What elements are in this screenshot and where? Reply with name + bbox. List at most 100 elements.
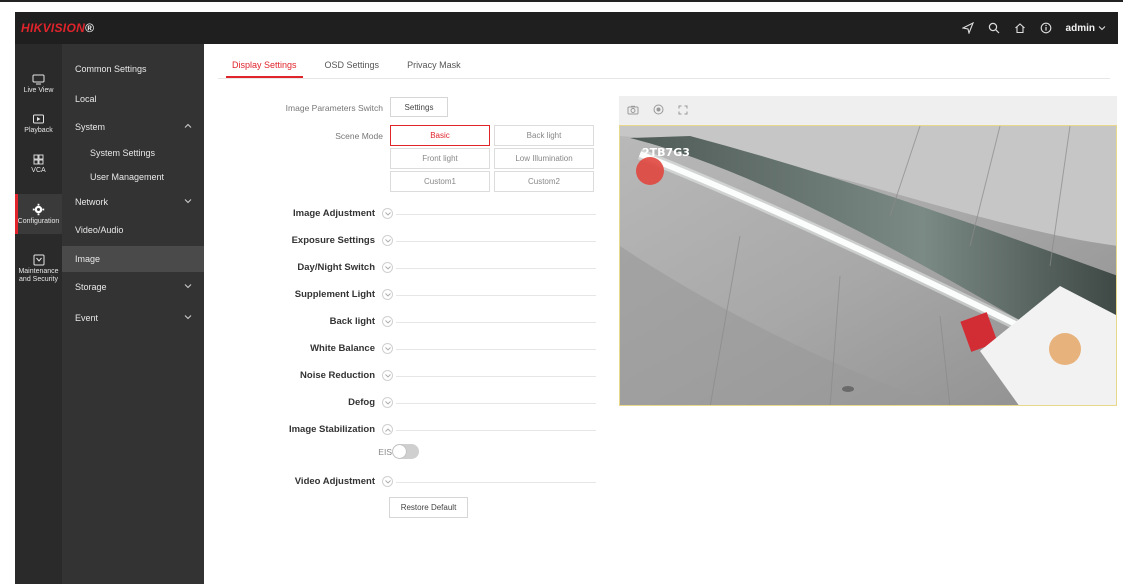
section-title: Noise Reduction — [300, 370, 375, 381]
playback-icon — [33, 114, 44, 123]
restore-default-button[interactable]: Restore Default — [389, 497, 468, 518]
vca-icon — [33, 154, 44, 164]
rail-label: Playback — [24, 126, 53, 134]
section-image-adjustment[interactable]: Image Adjustment — [230, 206, 600, 222]
menu-label: Storage — [75, 282, 107, 292]
section-day-night-switch[interactable]: Day/Night Switch — [230, 260, 600, 276]
send-icon[interactable] — [961, 22, 974, 34]
search-icon[interactable] — [988, 22, 1000, 34]
menu-item-storage[interactable]: Storage — [62, 274, 204, 300]
chevron-down-icon[interactable] — [382, 476, 393, 487]
section-image-stabilization[interactable]: Image Stabilization — [230, 422, 600, 438]
tab-divider — [218, 78, 1110, 79]
scene-custom2[interactable]: Custom2 — [494, 171, 594, 192]
chevron-up-icon[interactable] — [382, 424, 393, 435]
home-icon[interactable] — [1014, 22, 1026, 34]
section-title: Image Adjustment — [293, 208, 375, 219]
chevron-down-icon[interactable] — [382, 397, 393, 408]
section-title: Image Stabilization — [288, 424, 375, 435]
live-view-icon — [32, 74, 45, 84]
menu-label: Video/Audio — [75, 225, 124, 235]
tab-osd-settings[interactable]: OSD Settings — [311, 52, 394, 78]
section-video-adjustment[interactable]: Video Adjustment — [230, 474, 600, 490]
section-back-light[interactable]: Back light — [230, 314, 600, 330]
menu-label: Image — [75, 254, 101, 264]
section-rule — [396, 214, 596, 215]
switch-knob — [393, 445, 406, 458]
menu-label: System — [75, 122, 106, 132]
brand-logo: HIKVISION® — [21, 21, 94, 35]
section-rule — [396, 482, 596, 483]
top-bar: HIKVISION® admin — [15, 12, 1118, 44]
chevron-down-icon[interactable] — [382, 316, 393, 327]
chevron-down-icon[interactable] — [382, 343, 393, 354]
preview-scene — [620, 126, 1116, 405]
eis-switch[interactable] — [392, 444, 419, 459]
image-params-label: Image Parameters Switch — [285, 103, 383, 113]
chevron-down-icon[interactable] — [382, 370, 393, 381]
chevron-down-icon[interactable] — [382, 208, 393, 219]
section-title: Defog — [348, 397, 375, 408]
logo-text: HIKVISION — [21, 21, 86, 35]
section-defog[interactable]: Defog — [230, 395, 600, 411]
section-rule — [396, 403, 596, 404]
rail-item-maintenance[interactable]: Maintenance and Security — [15, 246, 62, 292]
scene-front-light[interactable]: Front light — [390, 148, 490, 169]
rail-item-live-view[interactable]: Live View — [15, 64, 62, 104]
section-rule — [396, 295, 596, 296]
section-title: Back light — [329, 316, 375, 327]
menu-label: Local — [75, 94, 97, 104]
scene-back-light[interactable]: Back light — [494, 125, 594, 146]
chevron-down-icon[interactable] — [382, 262, 393, 273]
section-noise-reduction[interactable]: Noise Reduction — [230, 368, 600, 384]
settings-button[interactable]: Settings — [390, 97, 448, 117]
menu-item-common-settings[interactable]: Common Settings — [62, 56, 204, 82]
chevron-up-icon — [184, 123, 192, 128]
camera-icon[interactable] — [627, 102, 639, 120]
preview-toolbar — [619, 96, 1117, 125]
section-title: Exposure Settings — [291, 235, 375, 246]
menu-item-user-management[interactable]: User Management — [62, 164, 204, 190]
record-icon[interactable] — [653, 102, 664, 120]
menu-item-video-audio[interactable]: Video/Audio — [62, 217, 204, 243]
chevron-down-icon — [184, 284, 192, 289]
user-name: admin — [1065, 22, 1095, 34]
fullscreen-icon[interactable] — [678, 102, 688, 120]
chevron-down-icon[interactable] — [382, 235, 393, 246]
rail-label: Live View — [23, 86, 54, 94]
chevron-down-icon — [184, 199, 192, 204]
tab-display-settings[interactable]: Display Settings — [218, 52, 311, 78]
header-actions: admin — [961, 22, 1106, 34]
chevron-down-icon[interactable] — [382, 289, 393, 300]
rail-item-playback[interactable]: Playback — [15, 104, 62, 144]
user-menu[interactable]: admin — [1066, 23, 1106, 34]
chevron-down-icon — [184, 315, 192, 320]
section-rule — [396, 349, 596, 350]
section-exposure-settings[interactable]: Exposure Settings — [230, 233, 600, 249]
section-supplement-light[interactable]: Supplement Light — [230, 287, 600, 303]
info-icon[interactable] — [1040, 22, 1052, 34]
rail-label: Configuration — [17, 217, 60, 225]
menu-item-system-settings[interactable]: System Settings — [62, 140, 204, 166]
tab-privacy-mask[interactable]: Privacy Mask — [393, 52, 475, 78]
rail-item-vca[interactable]: VCA — [15, 144, 62, 184]
scene-mode-label: Scene Mode — [335, 131, 383, 141]
section-title: Day/Night Switch — [297, 262, 375, 273]
menu-label: Common Settings — [75, 64, 147, 74]
chevron-down-icon — [1098, 26, 1106, 31]
scene-custom1[interactable]: Custom1 — [390, 171, 490, 192]
section-title: Video Adjustment — [294, 476, 375, 487]
menu-item-system[interactable]: System — [62, 114, 204, 140]
settings-tabs: Display Settings OSD Settings Privacy Ma… — [218, 52, 475, 78]
menu-item-image[interactable]: Image — [62, 246, 204, 272]
scene-low-illumination[interactable]: Low Illumination — [494, 148, 594, 169]
live-preview[interactable]: 2TB7G3 — [619, 125, 1117, 406]
section-rule — [396, 376, 596, 377]
scene-basic[interactable]: Basic — [390, 125, 490, 146]
menu-item-network[interactable]: Network — [62, 189, 204, 215]
menu-item-event[interactable]: Event — [62, 305, 204, 331]
menu-label: System Settings — [90, 148, 156, 158]
section-white-balance[interactable]: White Balance — [230, 341, 600, 357]
rail-item-configuration[interactable]: Configuration — [15, 194, 62, 234]
menu-item-local[interactable]: Local — [62, 86, 204, 112]
